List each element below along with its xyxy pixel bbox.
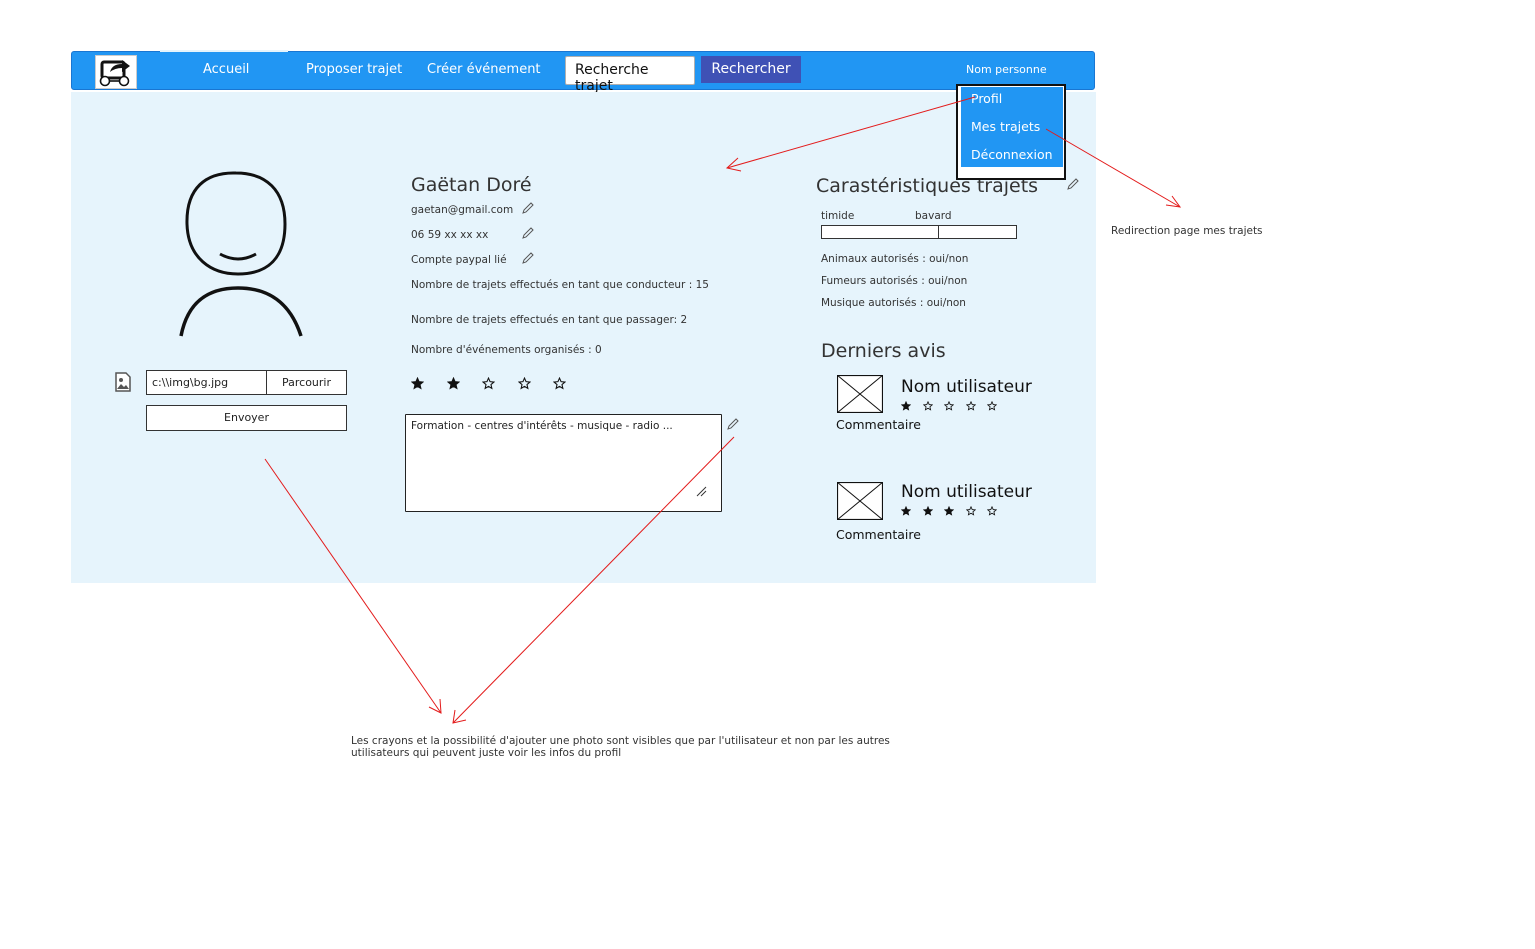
star-filled-icon xyxy=(901,506,911,516)
user-menu-toggle[interactable]: Nom personne xyxy=(966,63,1047,76)
review-rating xyxy=(901,401,1001,413)
trips-driver-count: Nombre de trajets effectués en tant que … xyxy=(411,279,709,291)
menu-item-deconnexion[interactable]: Déconnexion xyxy=(971,147,1053,162)
search-button[interactable]: Rechercher xyxy=(701,56,801,83)
animals-allowed: Animaux autorisés : oui/non xyxy=(821,253,969,265)
browse-button[interactable]: Parcourir xyxy=(266,370,347,395)
star-empty-icon xyxy=(517,377,531,390)
bio-text: Formation - centres d'intérêts - musique… xyxy=(411,420,673,432)
review-user-name[interactable]: Nom utilisateur xyxy=(901,482,1032,502)
star-empty-icon xyxy=(987,401,997,411)
star-empty-icon xyxy=(965,401,976,411)
pencil-icon[interactable] xyxy=(1066,177,1080,191)
pencil-icon[interactable] xyxy=(521,201,535,215)
music-allowed: Musique autorisés : oui/non xyxy=(821,297,966,309)
profile-rating xyxy=(411,377,571,393)
nav-creer-evenement[interactable]: Créer événement xyxy=(427,62,541,77)
pencil-annotation-line1: Les crayons et la possibilité d'ajouter … xyxy=(351,735,890,747)
file-path-field[interactable]: c:\\img\bg.jpg xyxy=(146,370,267,395)
star-empty-icon xyxy=(965,506,976,516)
profile-paypal: Compte paypal lié xyxy=(411,254,507,266)
personality-slider[interactable] xyxy=(821,225,1017,239)
menu-item-profil[interactable]: Profil xyxy=(971,91,1002,106)
review-rating xyxy=(901,506,1001,518)
trips-passenger-count: Nombre de trajets effectués en tant que … xyxy=(411,314,688,326)
review-comment: Commentaire xyxy=(836,527,921,542)
nav-accueil[interactable]: Accueil xyxy=(203,62,249,77)
profile-name: Gaëtan Doré xyxy=(411,174,532,196)
avatar xyxy=(176,168,306,340)
star-empty-icon xyxy=(553,377,566,390)
smokers-allowed: Fumeurs autorisés : oui/non xyxy=(821,275,968,287)
review-comment: Commentaire xyxy=(836,417,921,432)
star-filled-icon xyxy=(411,377,424,390)
pencil-icon[interactable] xyxy=(521,251,535,265)
mes-trajets-annotation: Redirection page mes trajets xyxy=(1111,225,1263,237)
pencil-icon[interactable] xyxy=(726,417,740,431)
slider-label-left: timide xyxy=(821,210,855,222)
events-organized-count: Nombre d'événements organisés : 0 xyxy=(411,344,602,356)
star-empty-icon xyxy=(987,506,997,516)
pencil-annotation-line2: utilisateurs qui peuvent juste voir les … xyxy=(351,747,622,759)
resize-grip-icon[interactable] xyxy=(695,485,707,497)
profile-phone: 06 59 xx xx xx xyxy=(411,229,489,241)
nav-active-indicator xyxy=(160,50,288,52)
send-button[interactable]: Envoyer xyxy=(146,405,347,431)
car-share-icon[interactable] xyxy=(95,55,137,89)
menu-item-mes-trajets[interactable]: Mes trajets xyxy=(971,119,1040,134)
reviewer-image-placeholder xyxy=(837,482,883,520)
reviews-title: Derniers avis xyxy=(821,340,946,362)
pencil-icon[interactable] xyxy=(521,226,535,240)
image-icon xyxy=(113,372,133,392)
star-empty-icon xyxy=(482,377,495,390)
star-filled-icon xyxy=(446,377,460,390)
slider-thumb[interactable] xyxy=(938,225,939,239)
star-empty-icon xyxy=(944,401,954,411)
profile-email: gaetan@gmail.com xyxy=(411,204,514,216)
search-input[interactable]: Recherche trajet xyxy=(565,56,695,94)
review-user-name[interactable]: Nom utilisateur xyxy=(901,377,1032,397)
star-filled-icon xyxy=(901,401,911,411)
nav-proposer-trajet[interactable]: Proposer trajet xyxy=(306,62,402,77)
star-empty-icon xyxy=(922,401,933,411)
reviewer-image-placeholder xyxy=(837,375,883,413)
star-filled-icon xyxy=(944,506,954,516)
star-filled-icon xyxy=(922,506,933,516)
slider-label-right: bavard xyxy=(915,210,952,222)
